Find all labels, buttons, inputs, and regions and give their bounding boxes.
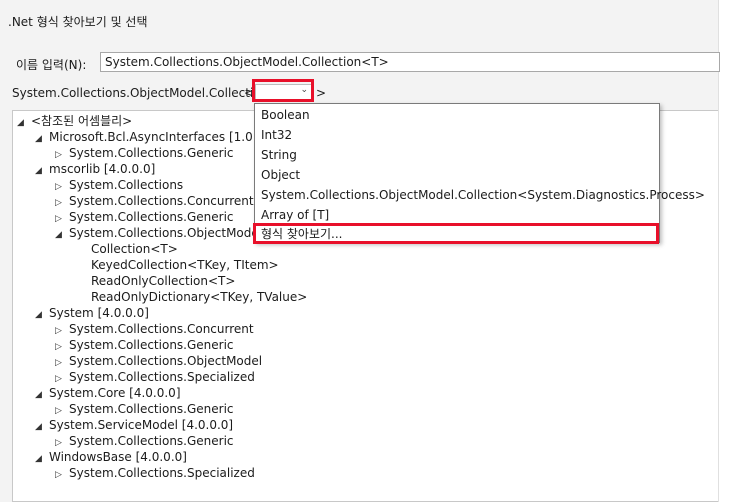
- type-browser-dialog: .Net 형식 찾아보기 및 선택 이름 입력(N): System.Colle…: [0, 0, 720, 502]
- title-bar: .Net 형식 찾아보기 및 선택: [0, 0, 718, 40]
- tree-node-type[interactable]: KeyedCollection<TKey, TItem>: [91, 257, 279, 273]
- tree-node-namespace[interactable]: ◢ System.Collections.ObjectModel: [55, 225, 262, 241]
- tree-node-namespace[interactable]: ▷ System.Collections.Concurrent: [55, 321, 254, 337]
- tree-node-assembly[interactable]: ◢ System [4.0.0.0]: [35, 305, 149, 321]
- triangle-expanded-icon[interactable]: ◢: [35, 131, 49, 147]
- option-boolean[interactable]: Boolean: [261, 106, 310, 124]
- tree-node-namespace[interactable]: ▷ System.Collections.Generic: [55, 337, 234, 353]
- option-collection-process[interactable]: System.Collections.ObjectModel.Collectio…: [261, 186, 705, 204]
- tree-node-namespace[interactable]: ▷ System.Collections.ObjectModel: [55, 353, 262, 369]
- tree-node-namespace[interactable]: ▷ System.Collections.Specialized: [55, 465, 255, 481]
- triangle-expanded-icon[interactable]: ◢: [35, 163, 49, 179]
- triangle-collapsed-icon[interactable]: ▷: [55, 467, 69, 483]
- option-string[interactable]: String: [261, 146, 297, 164]
- tree-node-type[interactable]: ReadOnlyCollection<T>: [91, 273, 235, 289]
- tree-node-type[interactable]: Collection<T>: [91, 241, 178, 257]
- highlight-box-type-select: [252, 79, 314, 102]
- triangle-expanded-icon[interactable]: ◢: [17, 115, 31, 131]
- triangle-expanded-icon[interactable]: ◢: [35, 419, 49, 435]
- highlight-box-browse-option: [253, 223, 659, 244]
- tree-node-namespace[interactable]: ▷ System.Collections.Generic: [55, 433, 234, 449]
- triangle-expanded-icon[interactable]: ◢: [35, 451, 49, 467]
- name-input-label: 이름 입력(N):: [16, 58, 87, 72]
- tree-node-assembly[interactable]: ◢ System.ServiceModel [4.0.0.0]: [35, 417, 233, 433]
- tree-node-assembly[interactable]: ◢ Microsoft.Bcl.AsyncInterfaces [1.0.0.0]: [35, 129, 280, 145]
- option-int32[interactable]: Int32: [261, 126, 292, 144]
- tree-node-referenced-assemblies[interactable]: ◢ <참조된 어셈블리>: [17, 113, 132, 129]
- generic-close-bracket: >: [316, 86, 327, 100]
- tree-node-namespace[interactable]: ▷ System.Collections: [55, 177, 183, 193]
- triangle-expanded-icon[interactable]: ◢: [55, 227, 69, 243]
- tree-node-namespace[interactable]: ▷ System.Collections.Generic: [55, 145, 234, 161]
- option-array-of-t[interactable]: Array of [T]: [261, 206, 329, 224]
- tree-node-assembly[interactable]: ◢ WindowsBase [4.0.0.0]: [35, 449, 187, 465]
- tree-node-type[interactable]: ReadOnlyDictionary<TKey, TValue>: [91, 289, 307, 305]
- triangle-expanded-icon[interactable]: ◢: [35, 387, 49, 403]
- tree-node-assembly[interactable]: ◢ mscorlib [4.0.0.0]: [35, 161, 155, 177]
- tree-node-assembly[interactable]: ◢ System.Core [4.0.0.0]: [35, 385, 181, 401]
- tree-node-namespace[interactable]: ▷ System.Collections.Generic: [55, 209, 234, 225]
- tree-node-namespace[interactable]: ▷ System.Collections.Specialized: [55, 369, 255, 385]
- tree-node-namespace[interactable]: ▷ System.Collections.Generic: [55, 401, 234, 417]
- type-argument-dropdown-list[interactable]: Boolean Int32 String Object System.Colle…: [254, 103, 705, 243]
- triangle-expanded-icon[interactable]: ◢: [35, 307, 49, 323]
- generic-type-prefix: System.Collections.ObjectModel.Collectio…: [12, 86, 269, 100]
- dialog-title: .Net 형식 찾아보기 및 선택: [8, 15, 148, 29]
- type-name-input[interactable]: [100, 52, 720, 72]
- option-object[interactable]: Object: [261, 166, 300, 184]
- tree-node-namespace[interactable]: ▷ System.Collections.Concurrent: [55, 193, 254, 209]
